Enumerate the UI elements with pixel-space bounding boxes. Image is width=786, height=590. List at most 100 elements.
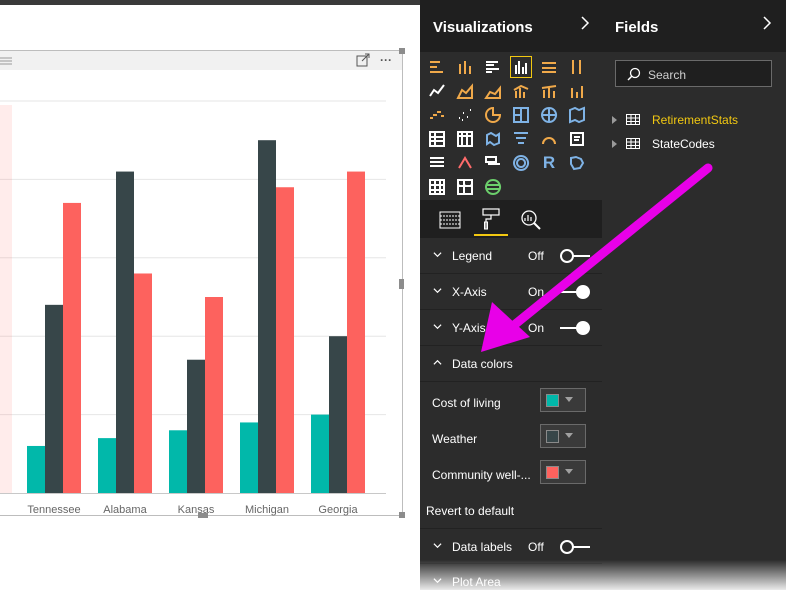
- cost-of-living-label: Cost of living: [432, 396, 501, 410]
- x-tick-label: Alabama: [103, 504, 147, 516]
- bar-community-tennessee[interactable]: [63, 202, 81, 494]
- clustered-bar-icon[interactable]: [482, 56, 504, 78]
- scatter-chart-icon[interactable]: [454, 104, 476, 126]
- bar-community-kansas[interactable]: [205, 297, 223, 493]
- resize-handle-top-right[interactable]: [399, 48, 405, 54]
- community-color-picker[interactable]: [540, 460, 586, 484]
- area-chart-icon[interactable]: [454, 80, 476, 102]
- fields-search-input[interactable]: Search: [615, 60, 772, 87]
- bar-weather-tennessee[interactable]: [45, 304, 63, 493]
- format-paint-roller-icon[interactable]: [474, 204, 508, 236]
- resize-handle-bottom[interactable]: [198, 513, 208, 518]
- analytics-magnifier-icon[interactable]: [514, 204, 548, 236]
- community-label: Community well-...: [432, 468, 531, 482]
- more-visuals-icon[interactable]: ···: [457, 176, 474, 192]
- bar-cost-of-living-tennessee[interactable]: [27, 445, 45, 493]
- fields-header: Fields: [602, 0, 786, 52]
- expand-triangle-icon[interactable]: [612, 116, 617, 124]
- stacked-bar-icon[interactable]: [426, 56, 448, 78]
- bar-cost-of-living-georgia[interactable]: [311, 414, 329, 493]
- resize-handle-right[interactable]: [399, 279, 404, 289]
- clustered-column-chart-visual[interactable]: ··· Tennessee Alabama Kansas Michigan Georgi…: [0, 48, 405, 518]
- arcgis-map-icon[interactable]: [566, 152, 588, 174]
- bar-community-alabama[interactable]: [134, 273, 152, 493]
- bar-cost-of-living-alabama[interactable]: [98, 438, 116, 493]
- weather-color-row: Weather: [420, 424, 602, 454]
- waterfall-chart-icon[interactable]: [426, 104, 448, 126]
- bar-community-michigan[interactable]: [276, 187, 294, 494]
- x-tick-label: Kansas: [178, 504, 215, 516]
- stacked-area-icon[interactable]: [482, 80, 504, 102]
- line-stacked-column-icon[interactable]: [538, 80, 560, 102]
- funnel-icon[interactable]: [510, 128, 532, 150]
- data-labels-toggle[interactable]: [560, 540, 590, 554]
- bar-weather-kansas[interactable]: [187, 359, 205, 493]
- visual-type-gallery: R: [420, 52, 602, 200]
- bar-cost-of-living-kansas[interactable]: [169, 430, 187, 493]
- y-axis-toggle[interactable]: [560, 321, 590, 335]
- multi-row-card-icon[interactable]: [426, 152, 448, 174]
- card-icon[interactable]: [566, 128, 588, 150]
- globe-icon[interactable]: [482, 176, 504, 198]
- clustered-column-icon[interactable]: [510, 56, 532, 78]
- r-visual-icon[interactable]: R: [538, 152, 560, 174]
- collapse-fields-chevron-icon[interactable]: [762, 15, 772, 36]
- expand-triangle-icon[interactable]: [612, 140, 617, 148]
- chevron-down-icon: [433, 324, 442, 330]
- pie-chart-icon[interactable]: [482, 104, 504, 126]
- plot-area-section[interactable]: Plot Area: [420, 564, 602, 590]
- x-axis-section[interactable]: X-Axis On: [420, 274, 602, 310]
- map-icon[interactable]: [538, 104, 560, 126]
- ribbon-chart-icon[interactable]: [566, 80, 588, 102]
- 100-stacked-bar-icon[interactable]: [538, 56, 560, 78]
- chevron-up-icon: [433, 359, 442, 365]
- data-colors-label: Data colors: [452, 357, 513, 371]
- collapse-visualizations-chevron-icon[interactable]: [580, 15, 590, 36]
- weather-color-picker[interactable]: [540, 424, 586, 448]
- legend-toggle[interactable]: [560, 249, 590, 263]
- fields-pane: Fields Search RetirementStats StateCodes: [602, 0, 786, 590]
- bar-cost-of-living-michigan[interactable]: [240, 422, 258, 493]
- bar-weather-michigan[interactable]: [258, 140, 276, 493]
- legend-state: Off: [528, 249, 544, 263]
- line-clustered-column-icon[interactable]: [510, 80, 532, 102]
- legend-section[interactable]: Legend Off: [420, 238, 602, 274]
- slicer-icon[interactable]: [482, 152, 504, 174]
- bar-community-georgia[interactable]: [347, 171, 365, 493]
- x-tick-label: Michigan: [245, 504, 289, 516]
- y-axis-state: On: [528, 321, 545, 335]
- treemap-icon[interactable]: [510, 104, 532, 126]
- table-visual-icon[interactable]: [426, 128, 448, 150]
- 100-stacked-column-icon[interactable]: [566, 56, 588, 78]
- shape-map-icon[interactable]: [482, 128, 504, 150]
- line-chart-icon[interactable]: [426, 80, 448, 102]
- table-grid-icon[interactable]: [426, 176, 448, 198]
- partial-bar-offscreen: [0, 105, 12, 493]
- fields-title: Fields: [615, 19, 659, 36]
- stacked-column-icon[interactable]: [454, 56, 476, 78]
- bar-weather-alabama[interactable]: [116, 171, 134, 493]
- table-item-statecodes[interactable]: StateCodes: [612, 136, 782, 152]
- visualizations-title: Visualizations: [433, 19, 533, 36]
- chart-plot: Tennessee Alabama Kansas Michigan Georgia: [0, 100, 386, 516]
- color-swatch: [546, 394, 559, 407]
- visualizations-header: Visualizations: [420, 0, 602, 52]
- search-icon: [627, 67, 641, 81]
- data-labels-section[interactable]: Data labels Off: [420, 528, 602, 564]
- resize-handle-bottom-right[interactable]: [399, 512, 405, 518]
- gauge-icon[interactable]: [538, 128, 560, 150]
- cost-of-living-color-picker[interactable]: [540, 388, 586, 412]
- data-colors-body: Cost of living Weather Community well-..…: [420, 380, 602, 492]
- data-colors-section[interactable]: Data colors: [420, 346, 602, 382]
- bar-weather-georgia[interactable]: [329, 336, 347, 493]
- x-axis-toggle[interactable]: [560, 285, 590, 299]
- table-icon: [626, 114, 640, 125]
- filled-map-icon[interactable]: [566, 104, 588, 126]
- fields-well-icon[interactable]: [433, 204, 467, 236]
- matrix-icon[interactable]: [454, 128, 476, 150]
- kpi-icon[interactable]: [454, 152, 476, 174]
- y-axis-section[interactable]: Y-Axis On: [420, 310, 602, 346]
- table-item-retirementstats[interactable]: RetirementStats: [612, 112, 782, 128]
- donut-chart-icon[interactable]: [510, 152, 532, 174]
- revert-to-default-link[interactable]: Revert to default: [426, 504, 514, 518]
